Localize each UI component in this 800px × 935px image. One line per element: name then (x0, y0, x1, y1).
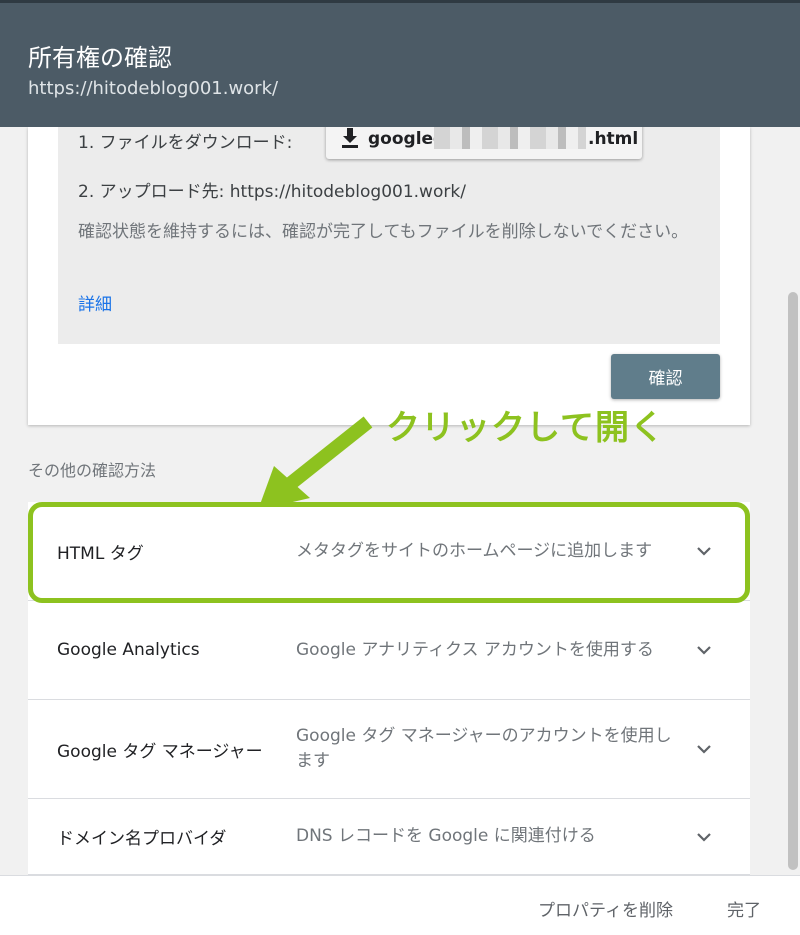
dialog-title: 所有権の確認 (28, 44, 172, 72)
chevron-down-icon[interactable] (696, 799, 716, 874)
done-button[interactable]: 完了 (727, 896, 761, 921)
chevron-down-icon[interactable] (696, 502, 716, 600)
method-description: メタタグをサイトのホームページに追加します (296, 540, 653, 561)
method-description: Google アナリティクス アカウントを使用する (296, 639, 654, 660)
other-methods-label: その他の確認方法 (28, 461, 157, 480)
verify-button[interactable]: 確認 (611, 354, 720, 399)
instructions-panel: 1. ファイルをダウンロード: googlee .html 2. アップロード先… (58, 119, 720, 344)
keep-file-note: 確認状態を維持するには、確認が完了してもファイルを削除しないでください。 (78, 222, 689, 242)
details-link[interactable]: 詳細 (78, 290, 112, 315)
verification-methods-list: HTML タグ メタタグをサイトのホームページに追加します Google Ana… (28, 502, 750, 875)
property-url: https://hitodeblog001.work/ (28, 78, 279, 99)
method-google-analytics[interactable]: Google Analytics Google アナリティクス アカウントを使用… (28, 601, 750, 700)
method-name: Google Analytics (57, 640, 200, 660)
dialog-header: 所有権の確認 https://hitodeblog001.work/ (0, 0, 800, 127)
download-icon (342, 128, 358, 148)
method-description: DNS レコードを Google に関連付ける (296, 826, 596, 846)
chevron-down-icon[interactable] (696, 700, 716, 798)
annotation-label: クリックして開く (386, 408, 665, 448)
method-html-tag[interactable]: HTML タグ メタタグをサイトのホームページに追加します (28, 502, 750, 601)
chevron-down-icon[interactable] (696, 601, 716, 699)
step-download-label: 1. ファイルをダウンロード: (78, 133, 293, 153)
html-file-method-card: 1. ファイルをダウンロード: googlee .html 2. アップロード先… (28, 119, 750, 425)
method-domain-provider[interactable]: ドメイン名プロバイダ DNS レコードを Google に関連付ける (28, 799, 750, 875)
delete-property-button[interactable]: プロパティを削除 (538, 896, 673, 921)
file-name-suffix: .html (588, 129, 639, 149)
redacted-file-id (434, 127, 586, 149)
method-google-tag-manager[interactable]: Google タグ マネージャー Google タグ マネージャーのアカウントを… (28, 700, 750, 799)
method-name: HTML タグ (57, 543, 144, 564)
step-upload-label: 2. アップロード先: https://hitodeblog001.work/ (78, 182, 466, 202)
method-name: Google タグ マネージャー (57, 741, 263, 762)
scrollbar-thumb[interactable] (788, 292, 798, 870)
method-name: ドメイン名プロバイダ (57, 829, 227, 849)
method-description: Google タグ マネージャーのアカウントを使用します (296, 726, 672, 771)
dialog-footer: プロパティを削除 完了 (0, 875, 800, 935)
